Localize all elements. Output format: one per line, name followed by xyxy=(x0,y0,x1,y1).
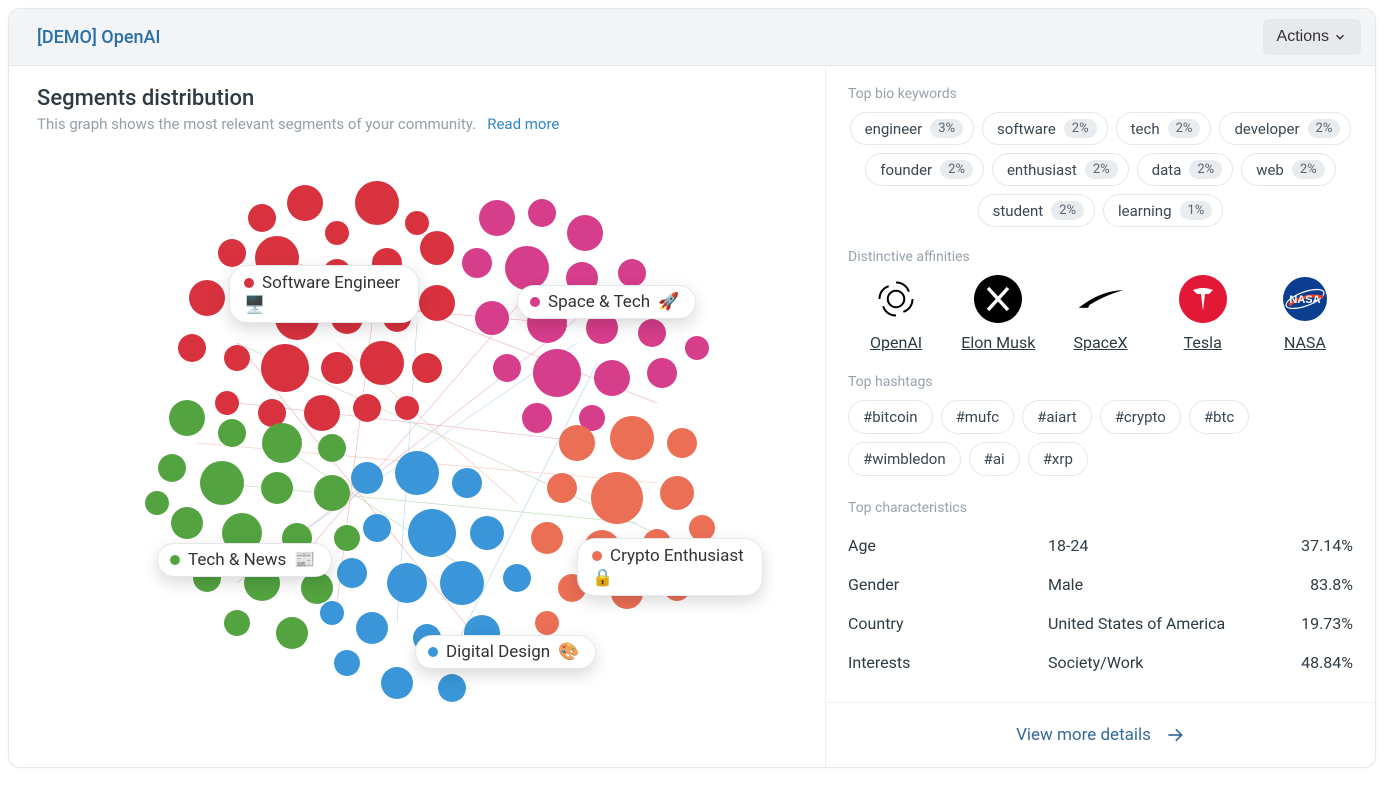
tesla-icon xyxy=(1179,275,1227,323)
keyword-text: engineer xyxy=(865,120,923,138)
characteristic-row: GenderMale83.8% xyxy=(848,565,1353,604)
hashtag-pill[interactable]: #mufc xyxy=(941,400,1015,434)
keyword-text: tech xyxy=(1131,120,1160,138)
keyword-text: student xyxy=(993,202,1044,220)
keyword-pct: 1% xyxy=(1180,201,1213,220)
openai-icon xyxy=(872,275,920,323)
affinities-heading: Distinctive affinities xyxy=(848,249,1353,265)
characteristic-row: Age18-2437.14% xyxy=(848,526,1353,565)
hashtag-pill[interactable]: #ai xyxy=(969,442,1020,476)
affinity-elon-musk[interactable]: Elon Musk xyxy=(950,275,1046,352)
char-pct: 48.84% xyxy=(1301,653,1353,672)
arrow-right-icon xyxy=(1165,725,1185,745)
char-value: Society/Work xyxy=(1048,653,1301,672)
affinity-nasa[interactable]: NASA NASA xyxy=(1257,275,1353,352)
keyword-text: data xyxy=(1152,161,1182,179)
keyword-pct: 3% xyxy=(930,119,963,138)
cluster-label-space-tech[interactable]: Space & Tech 🚀 xyxy=(517,285,696,319)
spacex-icon xyxy=(1077,275,1125,323)
keyword-pct: 2% xyxy=(1168,119,1201,138)
chevron-down-icon xyxy=(1333,30,1347,44)
cluster-dot-icon xyxy=(592,551,602,561)
keyword-pct: 2% xyxy=(1085,160,1118,179)
keyword-pill[interactable]: founder 2% xyxy=(865,153,984,186)
hashtags-heading: Top hashtags xyxy=(848,374,1353,390)
breadcrumb-title[interactable]: [DEMO] OpenAI xyxy=(37,27,161,48)
cluster-dot-icon xyxy=(244,278,254,288)
keyword-text: enthusiast xyxy=(1007,161,1077,179)
keyword-pill[interactable]: tech 2% xyxy=(1116,112,1212,145)
hashtag-pill[interactable]: #aiart xyxy=(1022,400,1092,434)
keyword-pill[interactable]: learning 1% xyxy=(1103,194,1223,227)
keyword-pill[interactable]: data 2% xyxy=(1137,153,1234,186)
topbar: [DEMO] OpenAI Actions xyxy=(9,9,1375,66)
characteristics-list: Age18-2437.14%GenderMale83.8%CountryUnit… xyxy=(848,526,1353,682)
char-key: Interests xyxy=(848,653,1048,672)
characteristic-row: InterestsSociety/Work48.84% xyxy=(848,643,1353,682)
hashtags-list: #bitcoin#mufc#aiart#crypto#btc #wimbledon… xyxy=(848,400,1353,476)
affinity-spacex[interactable]: SpaceX xyxy=(1052,275,1148,352)
keyword-pill[interactable]: enthusiast 2% xyxy=(992,153,1129,186)
svg-text:NASA: NASA xyxy=(1289,294,1320,306)
keyword-pct: 2% xyxy=(940,160,973,179)
char-pct: 37.14% xyxy=(1301,536,1353,555)
keywords-heading: Top bio keywords xyxy=(848,86,1353,102)
keyword-text: founder xyxy=(880,161,932,179)
keywords-list: engineer3%software2%tech2%developer2%fou… xyxy=(848,112,1353,227)
char-key: Age xyxy=(848,536,1048,555)
char-key: Gender xyxy=(848,575,1048,594)
hashtag-pill[interactable]: #bitcoin xyxy=(848,400,933,434)
keyword-pill[interactable]: student 2% xyxy=(978,194,1095,227)
keyword-pct: 2% xyxy=(1189,160,1222,179)
keyword-pill[interactable]: developer 2% xyxy=(1219,112,1351,145)
cluster-label-crypto[interactable]: Crypto Enthusiast 🔒 xyxy=(577,538,763,596)
char-key: Country xyxy=(848,614,1048,633)
actions-button[interactable]: Actions xyxy=(1263,19,1361,55)
hashtag-pill[interactable]: #xrp xyxy=(1028,442,1088,476)
hashtag-pill[interactable]: #crypto xyxy=(1100,400,1181,434)
cluster-label-software-engineer[interactable]: Software Engineer 🖥️ xyxy=(229,265,419,323)
char-pct: 19.73% xyxy=(1301,614,1353,633)
char-value: 18-24 xyxy=(1048,536,1301,555)
keyword-pct: 2% xyxy=(1064,119,1097,138)
cluster-dot-icon xyxy=(428,647,438,657)
keyword-text: learning xyxy=(1118,202,1171,220)
char-value: Male xyxy=(1048,575,1310,594)
affinity-tesla[interactable]: Tesla xyxy=(1155,275,1251,352)
characteristics-heading: Top characteristics xyxy=(848,500,1353,516)
cluster-dot-icon xyxy=(530,297,540,307)
keyword-pill[interactable]: software 2% xyxy=(982,112,1108,145)
hashtag-pill[interactable]: #btc xyxy=(1189,400,1249,434)
cluster-label-digital-design[interactable]: Digital Design 🎨 xyxy=(415,635,596,669)
cluster-dot-icon xyxy=(170,555,180,565)
x-logo-icon xyxy=(974,275,1022,323)
segment-graph[interactable]: Software Engineer 🖥️ Space & Tech 🚀 Tech… xyxy=(37,143,797,723)
keyword-pill[interactable]: web 2% xyxy=(1241,153,1335,186)
char-value: United States of America xyxy=(1048,614,1301,633)
keyword-text: software xyxy=(997,120,1056,138)
keyword-text: web xyxy=(1256,161,1284,179)
hashtag-pill[interactable]: #wimbledon xyxy=(848,442,961,476)
keyword-pill[interactable]: engineer 3% xyxy=(850,112,974,145)
keyword-pct: 2% xyxy=(1292,160,1325,179)
view-more-button[interactable]: View more details xyxy=(826,702,1375,767)
keyword-pct: 2% xyxy=(1308,119,1341,138)
keyword-pct: 2% xyxy=(1051,201,1084,220)
affinities-list: OpenAI Elon Musk SpaceX xyxy=(848,275,1353,352)
read-more-link[interactable]: Read more xyxy=(487,115,559,133)
cluster-label-tech-news[interactable]: Tech & News 📰 xyxy=(157,543,332,577)
nasa-icon: NASA xyxy=(1281,275,1329,323)
section-subhead: This graph shows the most relevant segme… xyxy=(37,115,797,133)
affinity-openai[interactable]: OpenAI xyxy=(848,275,944,352)
actions-label: Actions xyxy=(1277,28,1329,46)
keyword-text: developer xyxy=(1234,120,1299,138)
char-pct: 83.8% xyxy=(1310,575,1353,594)
section-heading: Segments distribution xyxy=(37,86,797,111)
characteristic-row: CountryUnited States of America19.73% xyxy=(848,604,1353,643)
